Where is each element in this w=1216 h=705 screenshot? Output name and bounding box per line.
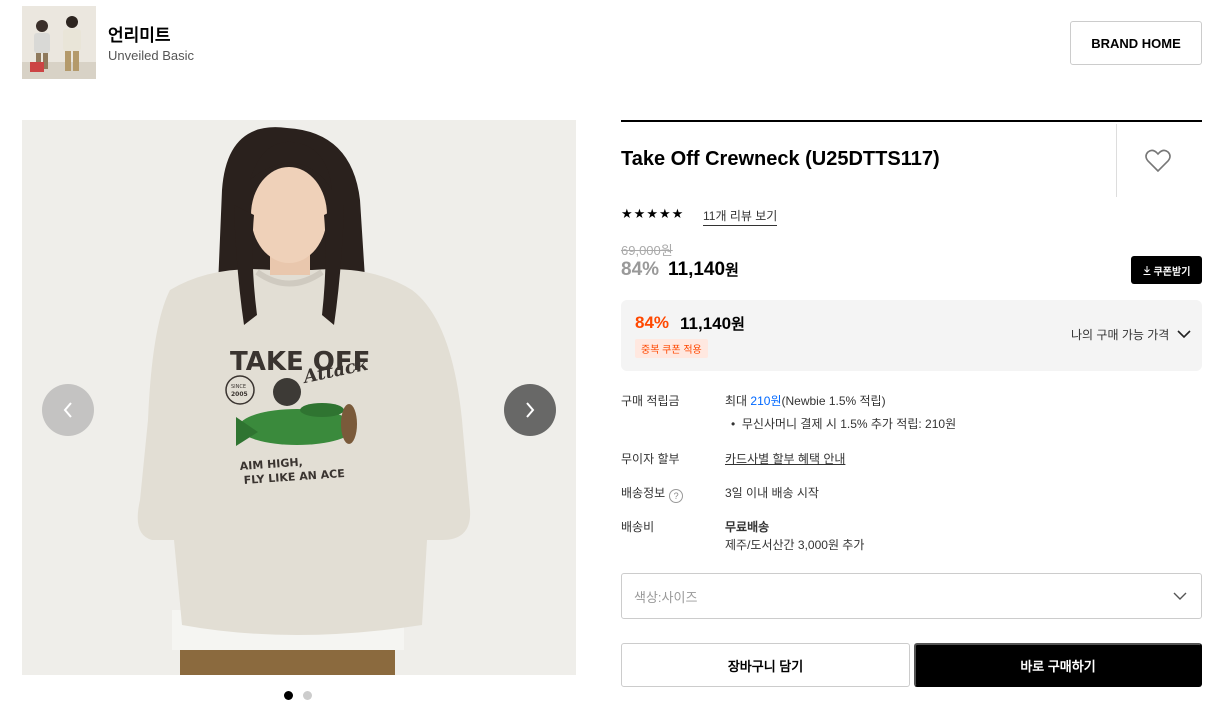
option-select[interactable]: 색상:사이즈 (621, 573, 1202, 619)
star-icon: ★ (646, 206, 658, 221)
shipping-info-label: 배송정보 (621, 486, 666, 500)
add-to-cart-button[interactable]: 장바구니 담기 (621, 643, 910, 687)
points-label: 구매 적립금 (621, 394, 680, 408)
best-price-amount: 11,140 (680, 314, 732, 333)
section-divider (621, 120, 1202, 122)
product-image-gallery[interactable]: TAKE OFF Attack SINCE 2005 AIM HIGH, FLY… (22, 120, 576, 675)
shipping-fee-extra: 제주/도서산간 3,000원 추가 (725, 538, 865, 552)
brand-name[interactable]: 언리미트 (108, 21, 171, 46)
product-title: Take Off Crewneck (U25DTTS117) (621, 148, 940, 170)
brand-logo-thumbnail[interactable] (22, 6, 96, 79)
shipping-fee-value: 무료배송 (725, 520, 770, 534)
discount-rate: 84% (621, 259, 660, 280)
my-price-label: 나의 구매 가능 가격 (1071, 328, 1170, 342)
points-prefix: 최대 (725, 394, 751, 408)
installment-link[interactable]: 카드사별 할부 혜택 안내 (725, 450, 845, 467)
brand-subtitle: Unveiled Basic (108, 48, 194, 63)
star-icon: ★ (621, 206, 633, 221)
shipping-info-label-row: 배송정보? (621, 484, 684, 503)
original-price: 69,000원 (621, 243, 673, 258)
print-year: 2005 (231, 391, 248, 398)
sale-price: 11,140원 (668, 259, 739, 281)
points-amount: 210원 (750, 394, 782, 408)
sale-price-currency: 원 (725, 262, 739, 279)
points-suffix: (Newbie 1.5% 적립) (781, 394, 886, 408)
gallery-pagination (284, 691, 312, 700)
sale-price-amount: 11,140 (668, 259, 726, 280)
best-discount-rate: 84% (635, 313, 670, 332)
help-icon[interactable]: ? (669, 489, 684, 503)
chevron-right-icon (526, 402, 535, 418)
download-icon (1143, 265, 1151, 275)
shipping-info-value: 3일 이내 배송 시작 (725, 486, 819, 500)
option-select-placeholder: 색상:사이즈 (634, 589, 698, 605)
best-price-box: 84% 11,140원 중복 쿠폰 적용 나의 구매 가능 가격 (621, 300, 1202, 371)
my-price-toggle[interactable]: 나의 구매 가능 가격 (1071, 326, 1191, 343)
buy-now-button[interactable]: 바로 구매하기 (914, 643, 1202, 687)
best-price-currency: 원 (731, 316, 745, 333)
review-link[interactable]: 11개 리뷰 보기 (703, 207, 778, 226)
star-icon: ★ (671, 206, 684, 221)
points-bullet-text: 무신사머니 결제 시 1.5% 추가 적립: 210원 (741, 417, 957, 431)
duplicate-coupon-badge: 중복 쿠폰 적용 (635, 339, 708, 358)
installment-label: 무이자 할부 (621, 452, 680, 466)
chevron-left-icon (63, 402, 72, 418)
star-icon: ★ (658, 206, 671, 221)
gallery-dot-1[interactable] (284, 691, 293, 700)
star-icon: ★ (633, 206, 646, 221)
rating-stars: ★ ★ ★ ★ ★ (621, 206, 683, 222)
print-since: SINCE (231, 384, 246, 390)
coupon-button-label: 쿠폰받기 (1153, 266, 1191, 278)
heart-icon[interactable] (1144, 148, 1172, 174)
product-photo: TAKE OFF Attack SINCE 2005 AIM HIGH, FLY… (22, 120, 576, 675)
shipping-fee-label: 배송비 (621, 520, 655, 534)
chevron-down-icon (1177, 330, 1191, 339)
title-divider (1116, 124, 1117, 197)
brand-home-button[interactable]: BRAND HOME (1070, 21, 1202, 65)
chevron-down-icon (1173, 592, 1187, 600)
coupon-download-button[interactable]: 쿠폰받기 (1131, 256, 1202, 284)
gallery-dot-2[interactable] (303, 691, 312, 700)
points-value: 최대 210원(Newbie 1.5% 적립) (725, 392, 886, 409)
points-bullet: • 무신사머니 결제 시 1.5% 추가 적립: 210원 (731, 417, 957, 431)
previous-image-button[interactable] (42, 384, 94, 436)
next-image-button[interactable] (504, 384, 556, 436)
best-price: 11,140원 (680, 313, 745, 334)
